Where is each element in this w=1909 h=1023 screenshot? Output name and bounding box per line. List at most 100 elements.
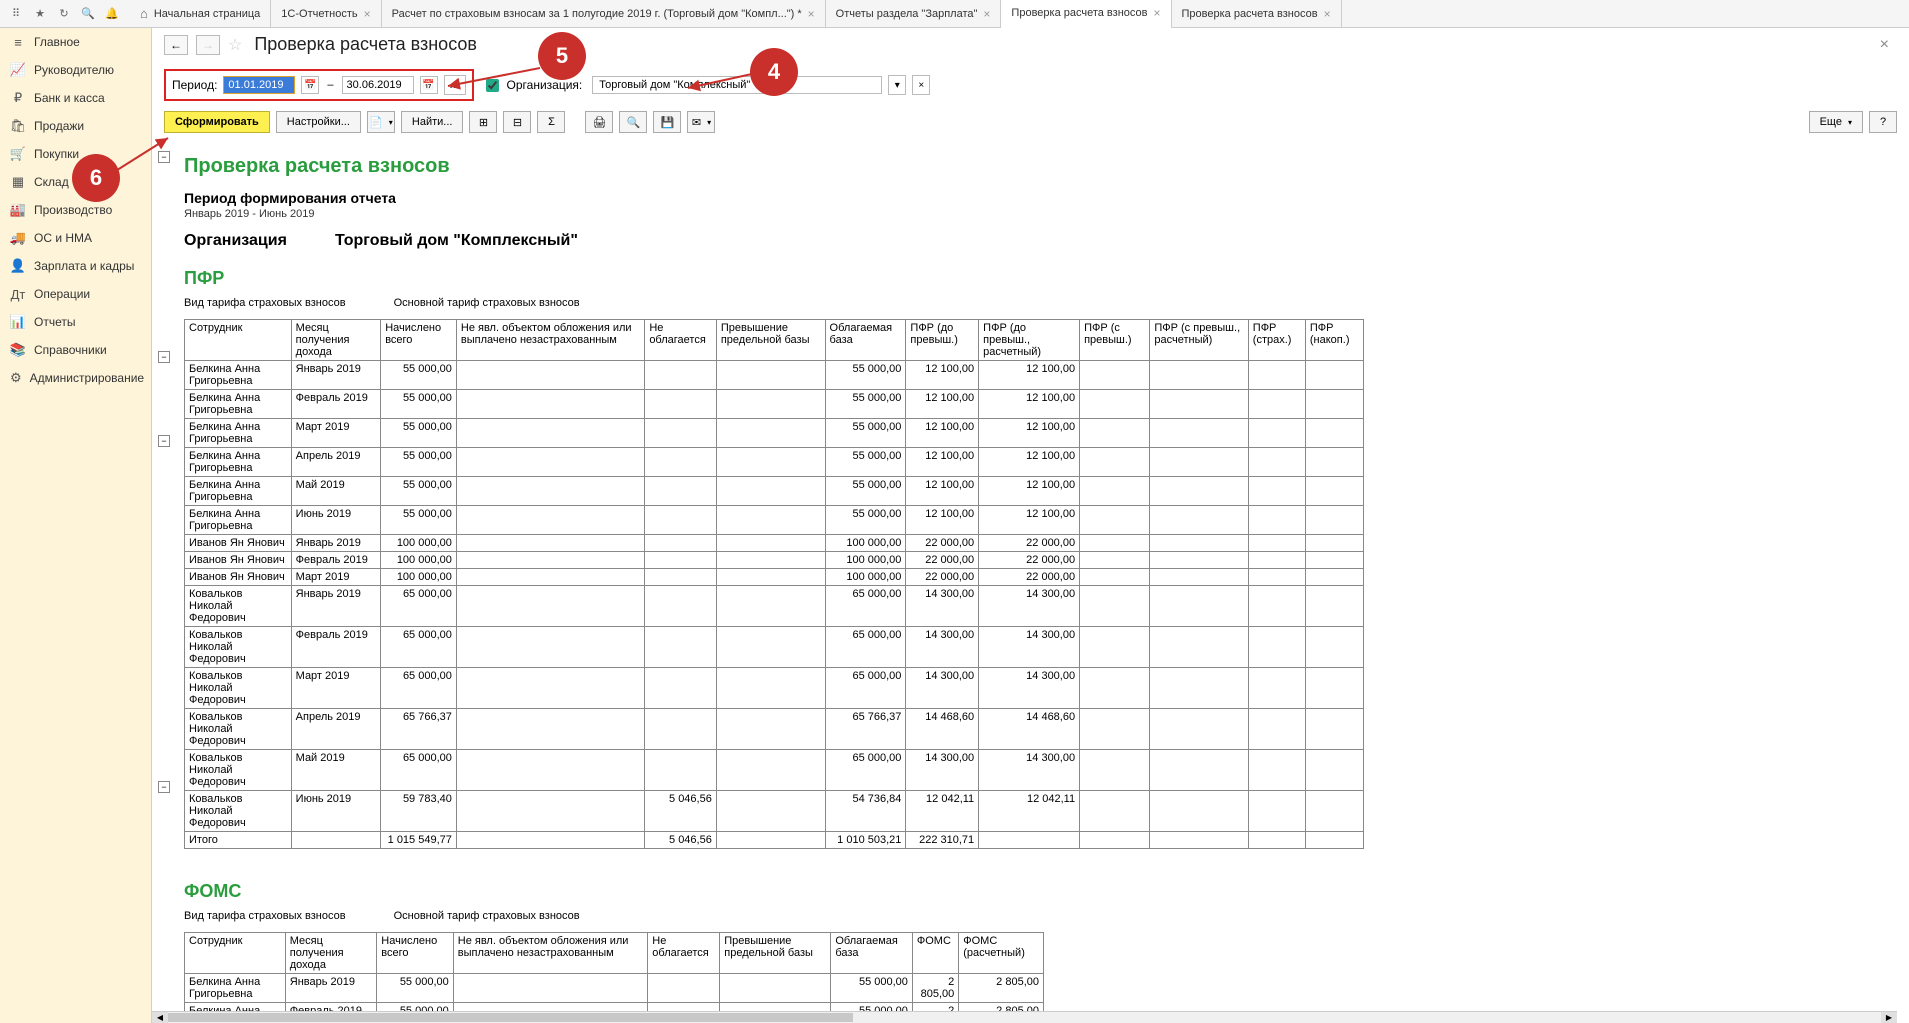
- scroll-right-button[interactable]: ▶: [1881, 1012, 1897, 1023]
- org-clear-button[interactable]: ×: [912, 75, 930, 95]
- column-header: Не явл. объектом обложения или выплачено…: [453, 933, 648, 974]
- sidebar-icon: ⚙: [10, 370, 22, 386]
- generate-button[interactable]: Сформировать: [164, 111, 270, 133]
- sidebar-item[interactable]: ДтОперации: [0, 280, 151, 308]
- email-dropdown-button[interactable]: ✉▾: [687, 111, 715, 133]
- period-text: Январь 2019 - Июнь 2019: [184, 208, 1893, 220]
- sidebar-item[interactable]: ⚙ Администрирование: [0, 364, 151, 392]
- tab-label: Расчет по страховым взносам за 1 полугод…: [392, 8, 802, 20]
- sidebar-icon: ₽: [10, 90, 26, 106]
- column-header: Превышение предельной базы: [716, 320, 825, 361]
- org-value-report: Торговый дом "Комплексный": [335, 232, 578, 250]
- tab-label: Проверка расчета взносов: [1011, 7, 1147, 19]
- tab[interactable]: 1С-Отчетность×: [271, 0, 381, 28]
- scroll-left-button[interactable]: ◀: [152, 1012, 168, 1023]
- apps-icon[interactable]: ⠿: [4, 2, 28, 26]
- content: ← → ☆ Проверка расчета взносов × Период:…: [152, 28, 1909, 1023]
- date-from-input[interactable]: [223, 76, 295, 94]
- sidebar-icon: ▦: [10, 174, 26, 190]
- forward-button[interactable]: →: [196, 35, 220, 55]
- sidebar-label: Банк и касса: [34, 91, 105, 105]
- table-row: Ковальков Николай ФедоровичИюнь 201959 7…: [185, 791, 1364, 832]
- star-icon[interactable]: ★: [28, 2, 52, 26]
- sidebar-item[interactable]: ≡Главное: [0, 28, 151, 56]
- sidebar-item[interactable]: 👤Зарплата и кадры: [0, 252, 151, 280]
- org-row: Организация Торговый дом "Комплексный": [184, 232, 1893, 250]
- expand-button[interactable]: ⊞: [469, 111, 497, 133]
- sidebar-item[interactable]: 📚Справочники: [0, 336, 151, 364]
- bell-icon[interactable]: 🔔: [100, 2, 124, 26]
- back-button[interactable]: ←: [164, 35, 188, 55]
- tab-close-icon[interactable]: ×: [808, 7, 815, 21]
- column-header: Месяц получения дохода: [291, 320, 381, 361]
- sum-button[interactable]: Σ: [537, 111, 565, 133]
- column-header: Месяц получения дохода: [285, 933, 377, 974]
- column-header: ПФР (до превыш.): [906, 320, 979, 361]
- report-title: Проверка расчета взносов: [184, 155, 1893, 178]
- save-button[interactable]: 💾: [653, 111, 681, 133]
- foms-table: СотрудникМесяц получения доходаНачислено…: [184, 932, 1044, 1023]
- sidebar-item[interactable]: 🚚ОС и НМА: [0, 224, 151, 252]
- sidebar-item[interactable]: 📊Отчеты: [0, 308, 151, 336]
- search-icon[interactable]: 🔍: [76, 2, 100, 26]
- history-icon[interactable]: ↻: [52, 2, 76, 26]
- table-row: Белкина Анна ГригорьевнаМай 201955 000,0…: [185, 477, 1364, 506]
- column-header: ПФР (накоп.): [1305, 320, 1363, 361]
- help-button[interactable]: ?: [1869, 111, 1897, 133]
- tab-close-icon[interactable]: ×: [983, 7, 990, 21]
- sidebar-item[interactable]: ₽ Банк и касса: [0, 84, 151, 112]
- org-dropdown-button[interactable]: ▾: [888, 75, 906, 95]
- column-header: ПФР (до превыш., расчетный): [979, 320, 1080, 361]
- horizontal-scrollbar[interactable]: ◀ ▶: [152, 1011, 1897, 1023]
- print-button[interactable]: 🖨: [585, 111, 613, 133]
- favorite-button[interactable]: ☆: [228, 35, 242, 55]
- collapse-handle[interactable]: −: [158, 435, 170, 447]
- table-row: Белкина Анна ГригорьевнаМарт 201955 000,…: [185, 419, 1364, 448]
- annotation-6: 6: [72, 154, 120, 202]
- sidebar-item[interactable]: 🏭Производство: [0, 196, 151, 224]
- sidebar-label: Производство: [34, 203, 112, 217]
- column-header: Сотрудник: [185, 933, 286, 974]
- tab-close-icon[interactable]: ×: [1324, 7, 1331, 21]
- preview-button[interactable]: 🔍: [619, 111, 647, 133]
- collapse-handle[interactable]: −: [158, 781, 170, 793]
- tab[interactable]: ⌂Начальная страница: [130, 0, 271, 28]
- calendar-from-button[interactable]: 📅: [301, 76, 319, 94]
- options-dropdown-button[interactable]: 📄▾: [367, 111, 395, 133]
- total-row: Итого1 015 549,775 046,561 010 503,21222…: [185, 832, 1364, 849]
- table-row: Белкина Анна ГригорьевнаЯнварь 201955 00…: [185, 361, 1364, 390]
- tab[interactable]: Отчеты раздела "Зарплата"×: [826, 0, 1002, 28]
- more-button[interactable]: Еще▾: [1809, 111, 1863, 133]
- sidebar-icon: 👤: [10, 258, 26, 274]
- sidebar-item[interactable]: 📈 Руководителю: [0, 56, 151, 84]
- sidebar-label: Руководителю: [34, 63, 114, 77]
- page-header: ← → ☆ Проверка расчета взносов ×: [152, 28, 1909, 65]
- sidebar-label: Администрирование: [30, 371, 144, 385]
- settings-button[interactable]: Настройки...: [276, 111, 361, 133]
- sidebar-label: Покупки: [34, 147, 79, 161]
- column-header: Начислено всего: [381, 320, 457, 361]
- tab[interactable]: Проверка расчета взносов ×: [1001, 0, 1171, 29]
- tab-label: Начальная страница: [154, 8, 260, 20]
- collapse-button[interactable]: ⊟: [503, 111, 531, 133]
- column-header: Не облагается: [648, 933, 720, 974]
- find-button[interactable]: Найти...: [401, 111, 464, 133]
- scroll-thumb[interactable]: [168, 1013, 853, 1022]
- period-box: Период: 📅 – 📅 …: [164, 69, 474, 101]
- date-to-input[interactable]: [342, 76, 414, 94]
- sidebar-icon: 📈: [10, 62, 26, 78]
- top-toolbar: ⠿ ★ ↻ 🔍 🔔 ⌂Начальная страница1С-Отчетнос…: [0, 0, 1909, 28]
- tab[interactable]: Проверка расчета взносов×: [1172, 0, 1342, 28]
- column-header: Начислено всего: [377, 933, 453, 974]
- tariff-row: Вид тарифа страховых взносов Основной та…: [184, 910, 1893, 922]
- sidebar-icon: 🛒: [10, 146, 26, 162]
- tab-close-icon[interactable]: ×: [364, 7, 371, 21]
- org-label-report: Организация: [184, 232, 287, 250]
- calendar-to-button[interactable]: 📅: [420, 76, 438, 94]
- tab[interactable]: Расчет по страховым взносам за 1 полугод…: [382, 0, 826, 28]
- collapse-handle[interactable]: −: [158, 351, 170, 363]
- tab-close-icon[interactable]: ×: [1153, 6, 1160, 20]
- action-row: Сформировать Настройки... 📄▾ Найти... ⊞ …: [152, 105, 1909, 139]
- page-close-button[interactable]: ×: [1872, 36, 1897, 54]
- table-row: Ковальков Николай ФедоровичМай 201965 00…: [185, 750, 1364, 791]
